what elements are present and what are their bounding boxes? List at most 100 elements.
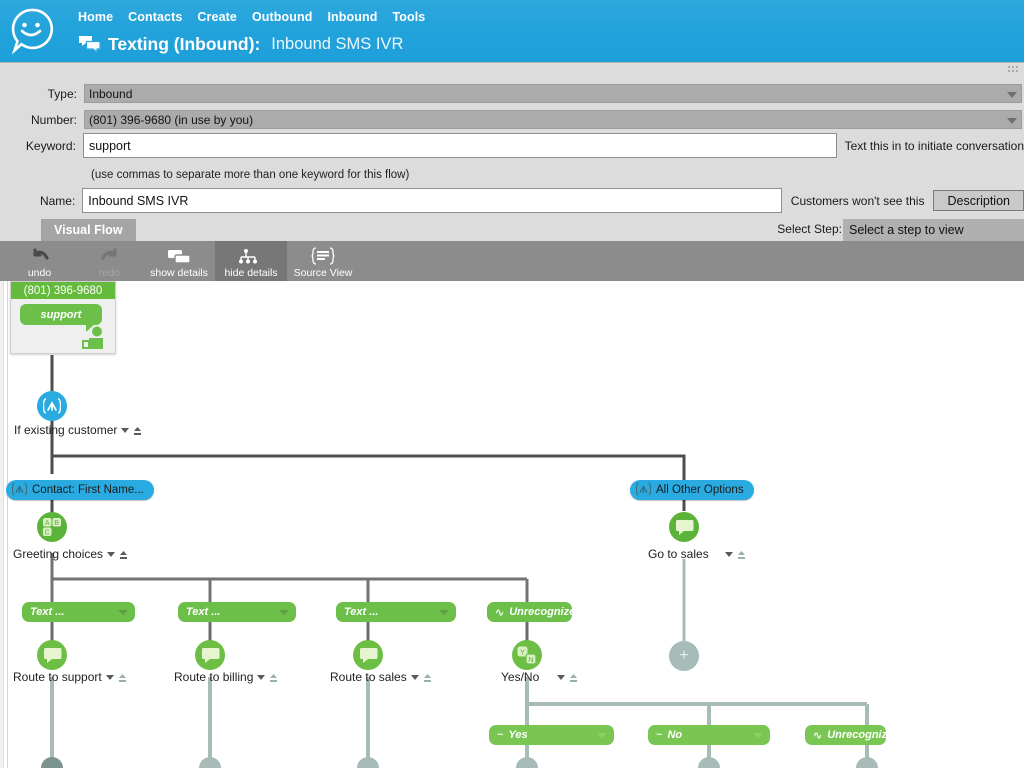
node-text: Route to billing [174, 670, 254, 684]
svg-text:C: C [45, 530, 50, 537]
nav-item-home[interactable]: Home [76, 8, 128, 26]
chevron-down-icon[interactable] [557, 674, 566, 680]
smiley-speech-bubble-logo-icon [11, 8, 54, 55]
bubble-label: No [667, 729, 683, 741]
main-nav: Home Contacts Create Outbound Inbound To… [76, 6, 440, 28]
flow-start-card[interactable]: (801) 396-9680 support [10, 281, 116, 354]
collapse-icon[interactable] [119, 549, 128, 559]
undo-label: undo [27, 267, 52, 279]
collapse-icon[interactable] [118, 672, 127, 682]
branch-pill-all-other-options[interactable]: All Other Options [630, 480, 754, 500]
svg-text:N: N [528, 655, 533, 664]
chevron-down-icon[interactable] [107, 551, 116, 557]
chevron-down-icon[interactable] [105, 674, 114, 680]
undo-arrow-icon [29, 245, 51, 267]
node-text: Route to sales [330, 670, 407, 684]
bubble-label: Yes [508, 729, 528, 741]
collapse-icon[interactable] [569, 672, 578, 682]
step-bubble-unrecognized-1[interactable]: ∿ Unrecognized [487, 602, 582, 622]
source-view-button[interactable]: Source View [287, 241, 359, 281]
chevron-down-icon[interactable] [439, 610, 449, 615]
node-greeting-choices[interactable]: A B C [37, 512, 67, 542]
show-details-label: show details [150, 267, 208, 279]
node-yes-no[interactable]: Y N [512, 640, 542, 670]
step-bubble-text-3[interactable]: Text ... [336, 602, 456, 622]
node-label-if-existing-customer[interactable]: If existing customer [14, 423, 142, 437]
node-route-to-support[interactable] [37, 640, 67, 670]
step-bubble-no[interactable]: ~ No [648, 725, 770, 745]
variable-icon [635, 482, 652, 499]
variable-icon [11, 482, 28, 499]
chevron-down-icon[interactable] [753, 733, 763, 738]
node-text: If existing customer [14, 423, 118, 437]
chevron-down-icon[interactable] [257, 674, 266, 680]
nav-item-contacts[interactable]: Contacts [128, 8, 197, 26]
speech-bubble-icon [359, 647, 377, 663]
collapse-icon[interactable] [133, 425, 142, 435]
step-bubble-text-1[interactable]: Text ... [22, 602, 135, 622]
number-select[interactable]: (801) 396-9680 (in use by you) [84, 110, 1022, 129]
nav-item-inbound[interactable]: Inbound [327, 8, 392, 26]
node-label-route-to-sales[interactable]: Route to sales [330, 670, 432, 684]
node-go-to-sales[interactable] [669, 512, 699, 542]
type-select[interactable]: Inbound [84, 84, 1022, 103]
hide-details-label: hide details [224, 267, 278, 279]
flow-settings-panel: Type: Inbound Number: (801) 396-9680 (in… [0, 62, 1024, 219]
redo-button[interactable]: redo [78, 241, 141, 281]
tab-visual-flow[interactable]: Visual Flow [41, 219, 136, 241]
name-input[interactable]: Inbound SMS IVR [82, 188, 782, 213]
chevron-down-icon[interactable] [410, 674, 419, 680]
redo-arrow-icon [99, 245, 121, 267]
collapse-icon[interactable] [737, 549, 746, 559]
bubble-label: Text ... [186, 606, 221, 618]
branch-pill-contact-first-name[interactable]: Contact: First Name... [6, 480, 154, 500]
type-value: Inbound [89, 86, 133, 101]
description-button[interactable]: Description [933, 190, 1024, 211]
keyword-input[interactable]: support [82, 133, 837, 158]
speech-bubble-icon [201, 647, 219, 663]
chevron-down-icon[interactable] [597, 733, 607, 738]
nav-item-outbound[interactable]: Outbound [252, 8, 328, 26]
app-logo[interactable] [8, 6, 54, 55]
hide-details-button[interactable]: hide details [215, 241, 287, 281]
start-card-keyword-bubble: support [20, 304, 102, 332]
node-label-go-to-sales[interactable]: Go to sales [648, 547, 746, 561]
chevron-down-icon[interactable] [279, 610, 289, 615]
node-label-route-to-support[interactable]: Route to support [13, 670, 127, 684]
node-text: Greeting choices [13, 547, 104, 561]
resize-grip-icon[interactable] [1008, 66, 1020, 75]
step-bubble-yes[interactable]: ~ Yes [489, 725, 614, 745]
stacked-cards-icon [166, 245, 192, 267]
add-step-button[interactable]: + [669, 641, 699, 671]
collapse-icon[interactable] [423, 672, 432, 682]
chevron-down-icon[interactable] [118, 610, 128, 615]
flow-toolbar: undo redo show details hide details Sour… [0, 241, 1024, 281]
node-label-yes-no[interactable]: Yes/No [501, 670, 578, 684]
select-step-label: Select Step: [777, 222, 842, 236]
bubble-label: Text ... [30, 606, 65, 618]
bubble-label: Unrecognized [509, 606, 582, 618]
node-route-to-sales[interactable] [353, 640, 383, 670]
page-title: Texting (Inbound): [108, 33, 261, 54]
node-route-to-billing[interactable] [195, 640, 225, 670]
node-text: Yes/No [501, 670, 540, 684]
page-title-row: Texting (Inbound): Inbound SMS IVR [78, 30, 403, 58]
step-bubble-unrecognized-2[interactable]: ∿ Unrecognized [805, 725, 900, 745]
node-if-existing-customer[interactable] [37, 391, 67, 421]
chevron-down-icon [1007, 91, 1017, 98]
select-step-dropdown[interactable]: Select a step to view [843, 219, 1024, 241]
undo-button[interactable]: undo [8, 241, 71, 281]
node-label-greeting-choices[interactable]: Greeting choices [13, 547, 128, 561]
chevron-down-icon[interactable] [121, 427, 130, 433]
node-label-route-to-billing[interactable]: Route to billing [174, 670, 278, 684]
show-details-button[interactable]: show details [143, 241, 215, 281]
nav-item-create[interactable]: Create [197, 8, 252, 26]
step-bubble-text-2[interactable]: Text ... [178, 602, 296, 622]
visual-flow-canvas[interactable]: (801) 396-9680 support If existing custo… [0, 281, 1024, 768]
speech-bubble-icon [43, 647, 61, 663]
chevron-down-icon[interactable] [724, 551, 733, 557]
collapse-icon[interactable] [269, 672, 278, 682]
name-label: Name: [39, 193, 76, 208]
nav-item-tools[interactable]: Tools [392, 8, 440, 26]
redo-label: redo [98, 267, 120, 279]
